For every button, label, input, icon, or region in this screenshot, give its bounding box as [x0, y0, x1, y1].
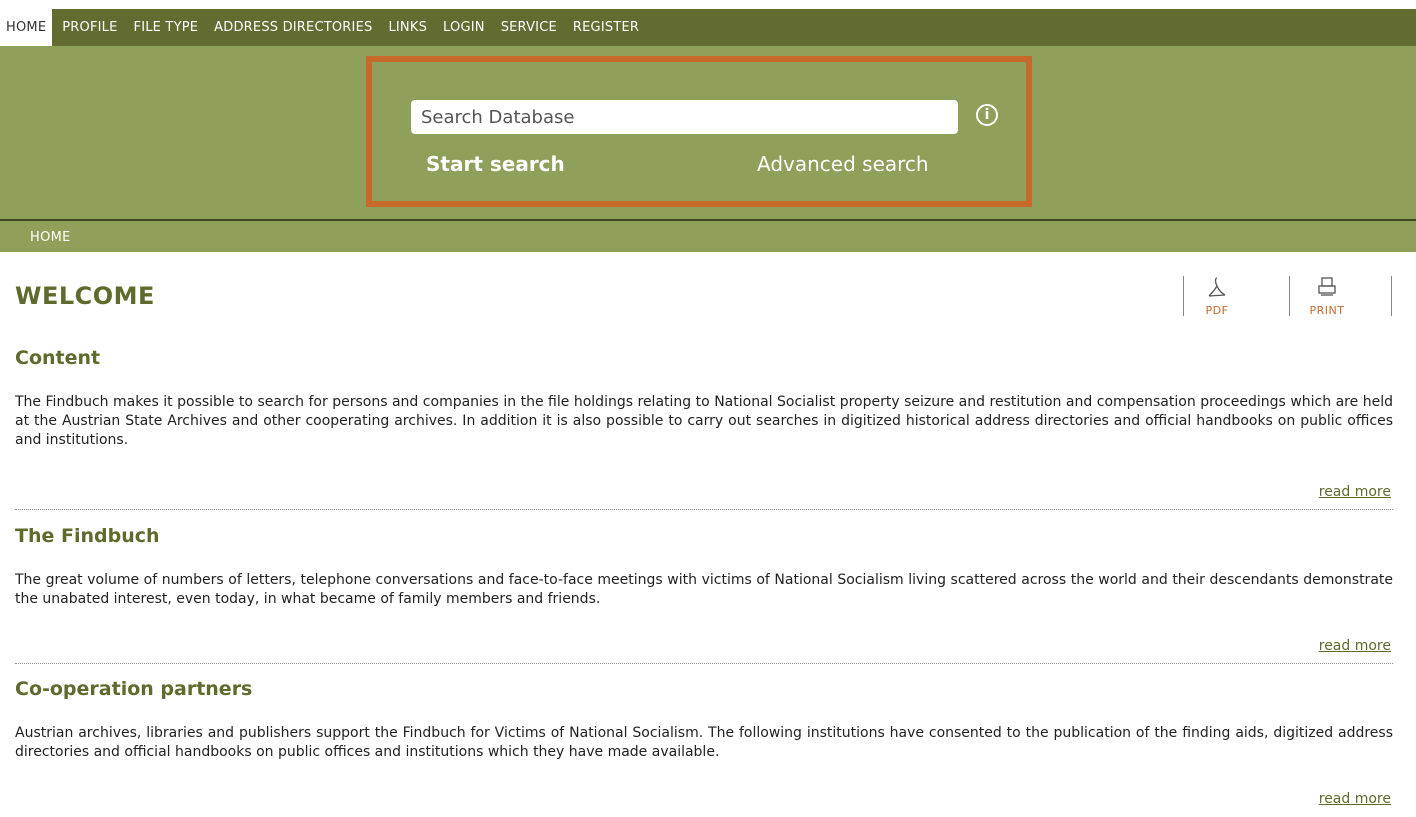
- nav-item-service[interactable]: SERVICE: [493, 9, 565, 46]
- page-tools: PDF PRINT: [1183, 272, 1393, 318]
- section-divider: [15, 663, 1393, 664]
- tools-separator: [1391, 276, 1392, 316]
- breadcrumb: HOME: [0, 221, 1416, 252]
- top-navigation: HOME PROFILE FILE TYPE ADDRESS DIRECTORI…: [0, 9, 1416, 46]
- breadcrumb-home[interactable]: HOME: [30, 230, 71, 245]
- advanced-search-link[interactable]: Advanced search: [757, 152, 929, 176]
- nav-item-register[interactable]: REGISTER: [565, 9, 647, 46]
- print-icon: [1318, 277, 1336, 296]
- nav-item-links[interactable]: LINKS: [380, 9, 435, 46]
- section-body-findbuch: The great volume of numbers of letters, …: [15, 572, 1393, 607]
- pdf-label: PDF: [1205, 304, 1229, 317]
- print-label: PRINT: [1309, 304, 1345, 317]
- nav-item-address-directories[interactable]: ADDRESS DIRECTORIES: [206, 9, 380, 46]
- page-title: WELCOME: [15, 282, 155, 310]
- print-button[interactable]: PRINT: [1297, 272, 1357, 318]
- info-icon[interactable]: i: [976, 104, 998, 126]
- section-title-findbuch: The Findbuch: [15, 525, 160, 547]
- nav-item-profile[interactable]: PROFILE: [54, 9, 125, 46]
- pdf-icon: [1208, 277, 1226, 297]
- section-divider: [15, 509, 1393, 510]
- search-hero: i Start search Advanced search: [0, 46, 1416, 219]
- search-panel: i Start search Advanced search: [366, 56, 1032, 207]
- nav-item-login[interactable]: LOGIN: [435, 9, 493, 46]
- nav-item-file-type[interactable]: FILE TYPE: [126, 9, 207, 46]
- nav-item-home[interactable]: HOME: [0, 9, 53, 46]
- section-title-cooperation-partners: Co-operation partners: [15, 678, 253, 700]
- search-input[interactable]: [411, 100, 958, 134]
- section-title-content: Content: [15, 347, 101, 369]
- tools-separator: [1289, 276, 1290, 316]
- start-search-button[interactable]: Start search: [426, 152, 565, 176]
- pdf-button[interactable]: PDF: [1187, 272, 1247, 318]
- read-more-link[interactable]: read more: [1319, 484, 1391, 500]
- read-more-link[interactable]: read more: [1319, 791, 1391, 807]
- section-body-cooperation-partners: Austrian archives, libraries and publish…: [15, 725, 1393, 760]
- tools-separator: [1183, 276, 1184, 316]
- section-body-content: The Findbuch makes it possible to search…: [15, 394, 1393, 448]
- read-more-link[interactable]: read more: [1319, 638, 1391, 654]
